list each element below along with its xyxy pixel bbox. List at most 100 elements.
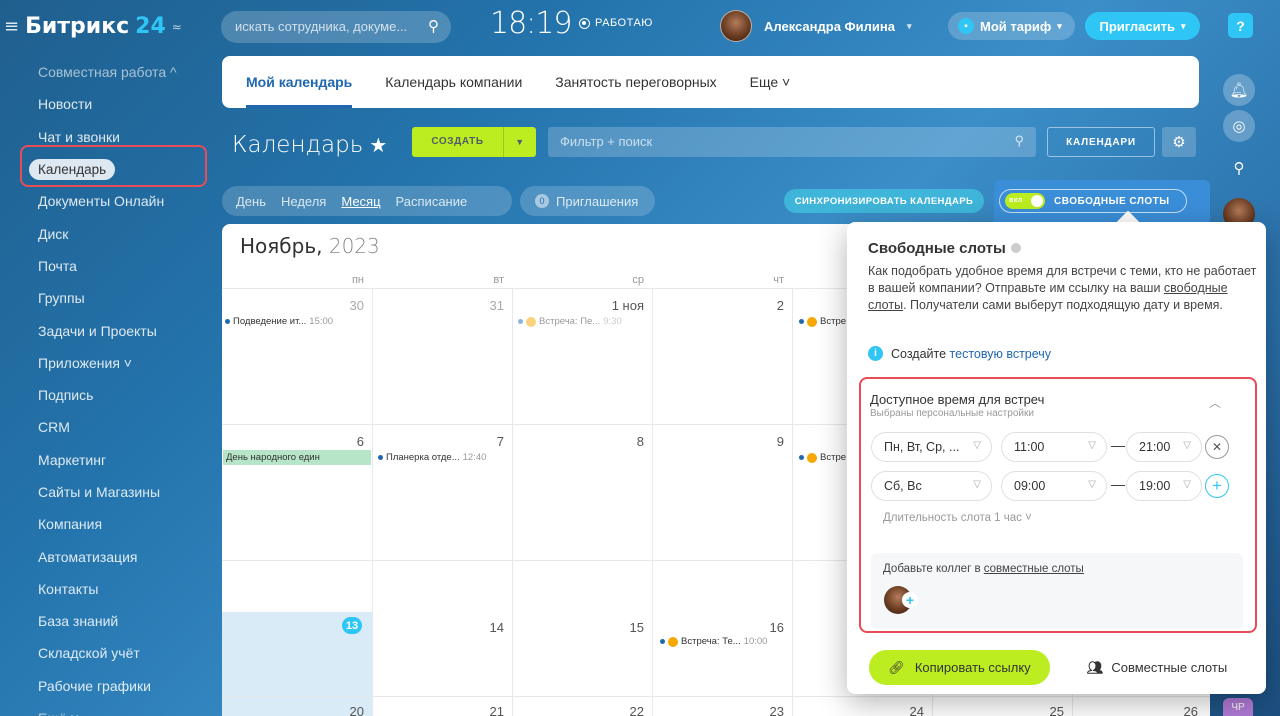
slot-duration-select[interactable]: Длительность слота 1 час ˅ [883, 512, 1032, 524]
time-to-select[interactable]: 21:00 ▽ [1126, 432, 1202, 462]
tab-more[interactable]: Еще ˅ [750, 56, 791, 108]
view-day[interactable]: День [236, 194, 266, 209]
add-rule-button[interactable]: + [1205, 474, 1229, 498]
calendar-event[interactable]: Планерка отде... 12:40 [378, 452, 486, 463]
day-number[interactable]: 14 [374, 620, 504, 635]
sidebar-item-marketing[interactable]: Маркетинг [22, 444, 208, 476]
today-badge[interactable]: 13 [342, 617, 362, 634]
event-title: Встре [820, 316, 847, 327]
sidebar-item-disk[interactable]: Диск [22, 217, 208, 249]
time-from-select[interactable]: 11:00 ▽ [1001, 432, 1107, 462]
test-meeting-link[interactable]: тестовую встречу [950, 347, 1052, 361]
help-button[interactable]: ? [1228, 13, 1253, 38]
sidebar-item-sites[interactable]: Сайты и Магазины [22, 476, 208, 508]
sidebar-item-news[interactable]: Новости [22, 88, 208, 120]
remove-rule-button[interactable]: ✕ [1205, 435, 1229, 459]
time-to-select[interactable]: 19:00 ▽ [1126, 471, 1202, 501]
dash: — [1111, 437, 1125, 453]
day-number[interactable]: 26 [1074, 704, 1198, 716]
sidebar-item-crm[interactable]: CRM [22, 411, 208, 443]
view-schedule[interactable]: Расписание [396, 194, 468, 209]
view-month[interactable]: Месяц [341, 194, 380, 209]
days-select[interactable]: Сб, Вс ▽ [871, 471, 992, 501]
calendar-event[interactable]: Встреча: Те... 10:00 [660, 636, 767, 647]
settings-icon[interactable]: ≈ [172, 20, 182, 34]
day-number[interactable]: 25 [934, 704, 1064, 716]
day-number[interactable]: 24 [794, 704, 924, 716]
day-number[interactable]: 23 [654, 704, 784, 716]
menu-icon[interactable]: ≡ [4, 16, 19, 37]
day-number[interactable]: 8 [514, 434, 644, 449]
calendar-event[interactable]: Встреча: Пе... 9:30 [518, 316, 622, 327]
sidebar-item-warehouse[interactable]: Складской учёт [22, 637, 208, 669]
day-number[interactable]: 15 [514, 620, 644, 635]
work-status[interactable]: РАБОТАЮ [579, 17, 653, 29]
sidebar-item-groups[interactable]: Группы [22, 282, 208, 314]
sidebar-item-collab[interactable]: Совместная работа ^ [22, 56, 208, 88]
tab-meeting-rooms[interactable]: Занятость переговорных [555, 56, 716, 108]
sidebar-item-mail[interactable]: Почта [22, 250, 208, 282]
day-number[interactable]: 16 [654, 620, 784, 635]
add-colleague-icon[interactable]: + [902, 592, 918, 608]
invite-button[interactable]: Пригласить ▾ [1085, 12, 1200, 40]
joint-slots-link[interactable]: совместные слоты [984, 563, 1084, 575]
sidebar-item-calendar[interactable]: Календарь [22, 153, 208, 185]
help-icon[interactable] [1010, 243, 1021, 253]
invites-button[interactable]: 0 Приглашения [520, 186, 655, 216]
time-from-select[interactable]: 09:00 ▽ [1001, 471, 1107, 501]
sidebar-item-knowledge[interactable]: База знаний [22, 605, 208, 637]
day-number[interactable]: 6 [234, 434, 364, 449]
logo[interactable]: ≡ Битрикс 24 ≈ [4, 14, 182, 39]
sidebar-item-tasks[interactable]: Задачи и Проекты [22, 314, 208, 346]
star-icon[interactable]: ★ [369, 133, 387, 157]
day-number[interactable]: 22 [514, 704, 644, 716]
holiday-event[interactable]: День народного един [223, 450, 371, 465]
sidebar-item-contacts[interactable]: Контакты [22, 573, 208, 605]
sidebar-item-chat[interactable]: Чат и звонки [22, 121, 208, 153]
chat-badge[interactable]: ЧР [1223, 698, 1253, 716]
sidebar-item-more[interactable]: Ещё ˅ [22, 702, 208, 716]
sidebar-item-sign[interactable]: Подпись [22, 379, 208, 411]
day-number[interactable]: 21 [374, 704, 504, 716]
toggle-switch[interactable]: вкл [1005, 193, 1045, 209]
day-number[interactable]: 7 [374, 434, 504, 449]
days-select[interactable]: Пн, Вт, Ср, ... ▽ [871, 432, 992, 462]
notifications-icon[interactable]: 🔔︎ [1223, 74, 1255, 106]
sidebar-item-apps[interactable]: Приложения ˅ [22, 347, 208, 379]
day-number[interactable]: 31 [374, 298, 504, 313]
sidebar-item-company[interactable]: Компания [22, 508, 208, 540]
free-slots-toggle[interactable]: вкл СВОБОДНЫЕ СЛОТЫ [999, 189, 1187, 213]
chevron-up-icon[interactable]: ︿ [1209, 394, 1221, 411]
joint-slots-button[interactable]: 👥︎ Совместные слоты [1077, 650, 1237, 685]
sidebar-item-schedules[interactable]: Рабочие графики [22, 670, 208, 702]
chevron-down-icon[interactable]: ▼ [504, 137, 536, 147]
gear-icon[interactable]: ⚙ [1162, 127, 1196, 157]
sync-calendar-button[interactable]: СИНХРОНИЗИРОВАТЬ КАЛЕНДАРЬ [784, 189, 984, 213]
global-search-input[interactable]: искать сотрудника, докуме... ⚲ [221, 11, 451, 43]
tab-company-calendar[interactable]: Календарь компании [385, 56, 522, 108]
day-number[interactable]: 2 [654, 298, 784, 313]
event-time: 15:00 [309, 316, 334, 327]
popup-title: Свободные слоты [868, 240, 1021, 257]
sidebar-item-automation[interactable]: Автоматизация [22, 540, 208, 572]
event-dot-icon [378, 455, 383, 460]
sidebar-item-docs[interactable]: Документы Онлайн [22, 185, 208, 217]
chat-icon[interactable]: ◎ [1223, 110, 1255, 142]
search-icon[interactable]: ⚲ [1223, 152, 1255, 184]
tariff-button[interactable]: ▪ Мой тариф ▾ [948, 12, 1075, 40]
calendar-event[interactable]: Встре [799, 316, 846, 327]
create-button[interactable]: СОЗДАТЬ ▼ [412, 127, 536, 157]
tab-my-calendar[interactable]: Мой календарь [246, 56, 353, 108]
sidebar: Совместная работа ^ Новости Чат и звонки… [22, 56, 208, 716]
day-number[interactable]: 1 ноя [514, 298, 644, 313]
day-number[interactable]: 20 [234, 704, 364, 716]
day-number[interactable]: 30 [234, 298, 364, 313]
calendar-event[interactable]: Подведение ит... 15:00 [225, 316, 333, 327]
filter-search-input[interactable]: Фильтр + поиск ⚲ [548, 127, 1036, 157]
view-week[interactable]: Неделя [281, 194, 326, 209]
day-number[interactable]: 9 [654, 434, 784, 449]
user-menu[interactable]: Александра Филина ▾ [720, 10, 912, 42]
copy-link-button[interactable]: 🔗︎ Копировать ссылку [869, 650, 1050, 685]
calendar-event[interactable]: Встре [799, 452, 846, 463]
calendars-button[interactable]: КАЛЕНДАРИ [1047, 127, 1155, 157]
